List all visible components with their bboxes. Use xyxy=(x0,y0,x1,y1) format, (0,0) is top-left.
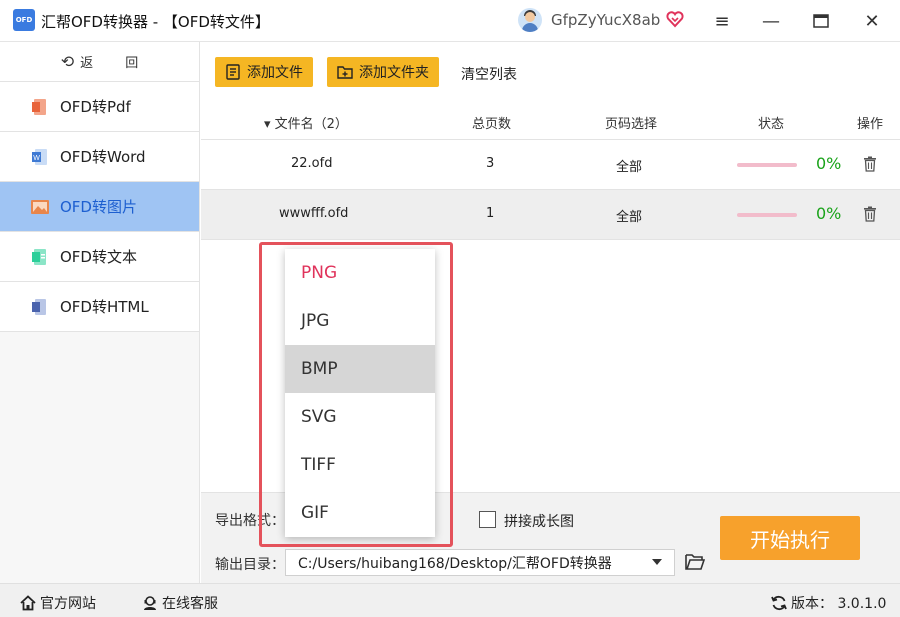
sidebar-item-label: OFD转文本 xyxy=(60,248,137,266)
window-title: 汇帮OFD转换器 - 【OFD转文件】 xyxy=(41,13,270,31)
format-option-bmp[interactable]: BMP xyxy=(285,345,435,393)
home-icon xyxy=(20,595,36,611)
website-label: 官方网站 xyxy=(40,596,96,612)
format-option-png[interactable]: PNG xyxy=(285,249,435,297)
version-info[interactable]: 版本： 3.0.1.0 xyxy=(771,593,886,613)
add-folder-label: 添加文件夹 xyxy=(359,65,429,81)
support-link[interactable]: 在线客服 xyxy=(142,593,218,613)
vip-heart-icon[interactable] xyxy=(666,10,684,28)
open-folder-icon[interactable] xyxy=(685,553,705,571)
close-icon[interactable]: ✕ xyxy=(859,8,885,34)
word-icon: W xyxy=(32,148,47,165)
header-filename[interactable]: ▾ 文件名（2） xyxy=(264,113,348,132)
text-icon xyxy=(32,248,46,265)
table-row[interactable]: 22.ofd 3 全部 0% xyxy=(201,140,900,190)
cell-filename: 22.ofd xyxy=(291,156,333,171)
website-link[interactable]: 官方网站 xyxy=(20,593,96,613)
support-label: 在线客服 xyxy=(162,596,218,612)
add-folder-button[interactable]: 添加文件夹 xyxy=(327,57,439,87)
username[interactable]: GfpZyYucX8ab xyxy=(551,11,660,29)
progress-bar xyxy=(737,163,797,167)
refresh-icon xyxy=(771,595,787,611)
table-row[interactable]: wwwfff.ofd 1 全部 0% xyxy=(201,190,900,240)
chevron-down-icon xyxy=(652,559,662,565)
header-action: 操作 xyxy=(857,117,884,132)
file-table: ▾ 文件名（2） 总页数 页码选择 状态 操作 22.ofd 3 全部 0% w… xyxy=(201,102,900,240)
pdf-icon xyxy=(32,98,46,115)
format-option-tiff[interactable]: TIFF xyxy=(285,441,435,489)
delete-icon[interactable] xyxy=(863,156,877,172)
merge-long-image-label[interactable]: 拼接成长图 xyxy=(504,511,574,531)
header-status: 状态 xyxy=(758,117,785,132)
header-pages: 总页数 xyxy=(472,117,512,132)
format-dropdown-list: PNG JPG BMP SVG TIFF GIF xyxy=(285,249,435,537)
cell-pages: 1 xyxy=(486,206,495,221)
add-file-icon xyxy=(226,64,240,80)
sidebar-item-pdf[interactable]: OFD转Pdf xyxy=(0,82,199,132)
sidebar-item-word[interactable]: W OFD转Word xyxy=(0,132,199,182)
version-label: 版本： 3.0.1.0 xyxy=(791,596,887,612)
menu-icon[interactable]: ≡ xyxy=(709,8,735,34)
image-icon xyxy=(31,199,49,214)
svg-text:W: W xyxy=(33,155,40,162)
sidebar-item-label: OFD转Word xyxy=(60,148,146,166)
output-dir-label: 输出目录： xyxy=(215,557,285,573)
cell-filename: wwwfff.ofd xyxy=(279,206,349,221)
sidebar-item-text[interactable]: OFD转文本 xyxy=(0,232,199,282)
cell-pages: 3 xyxy=(486,156,495,171)
delete-icon[interactable] xyxy=(863,206,877,222)
add-folder-icon xyxy=(337,66,353,79)
table-header: ▾ 文件名（2） 总页数 页码选择 状态 操作 xyxy=(201,102,900,140)
output-dir-select[interactable]: C:/Users/huibang168/Desktop/汇帮OFD转换器 xyxy=(285,549,675,576)
sidebar-item-label: OFD转Pdf xyxy=(60,98,131,116)
format-option-jpg[interactable]: JPG xyxy=(285,297,435,345)
add-file-label: 添加文件 xyxy=(247,65,303,81)
sidebar-item-label: OFD转HTML xyxy=(60,298,149,316)
format-option-svg[interactable]: SVG xyxy=(285,393,435,441)
back-button[interactable]: ⟲ 返 回 xyxy=(0,42,199,82)
user-avatar[interactable] xyxy=(518,8,542,32)
cell-page-select[interactable]: 全部 xyxy=(616,206,642,225)
status-bar: 官方网站 在线客服 版本： 3.0.1.0 xyxy=(0,583,900,617)
toolbar: 添加文件 添加文件夹 清空列表 xyxy=(201,42,900,102)
add-file-button[interactable]: 添加文件 xyxy=(215,57,313,87)
title-bar: OFD 汇帮OFD转换器 - 【OFD转文件】 GfpZyYucX8ab ≡ —… xyxy=(0,0,900,42)
export-format-label: 导出格式： xyxy=(215,513,285,529)
header-page-select: 页码选择 xyxy=(605,117,658,132)
back-arrow-icon: ⟲ xyxy=(60,52,75,71)
sidebar-item-html[interactable]: OFD转HTML xyxy=(0,282,199,332)
progress-percent: 0% xyxy=(816,154,842,173)
output-dir-value: C:/Users/huibang168/Desktop/汇帮OFD转换器 xyxy=(298,556,612,572)
minimize-icon[interactable]: — xyxy=(758,8,784,34)
sidebar-item-image[interactable]: OFD转图片 xyxy=(0,182,199,232)
cell-page-select[interactable]: 全部 xyxy=(616,156,642,175)
format-option-gif[interactable]: GIF xyxy=(285,489,435,537)
clear-list-button[interactable]: 清空列表 xyxy=(461,64,517,84)
merge-long-image-checkbox[interactable] xyxy=(479,511,496,528)
html-icon xyxy=(32,298,46,315)
start-button[interactable]: 开始执行 xyxy=(720,516,860,560)
progress-bar xyxy=(737,213,797,217)
customer-service-icon xyxy=(144,596,156,610)
app-logo: OFD xyxy=(13,9,35,31)
progress-percent: 0% xyxy=(816,204,842,223)
sidebar: ⟲ 返 回 OFD转Pdf W OFD转Word OFD转图片 OFD转文本 O… xyxy=(0,42,200,583)
maximize-icon[interactable] xyxy=(808,8,834,34)
sidebar-item-label: OFD转图片 xyxy=(60,198,137,216)
back-label: 返 回 xyxy=(80,56,153,71)
